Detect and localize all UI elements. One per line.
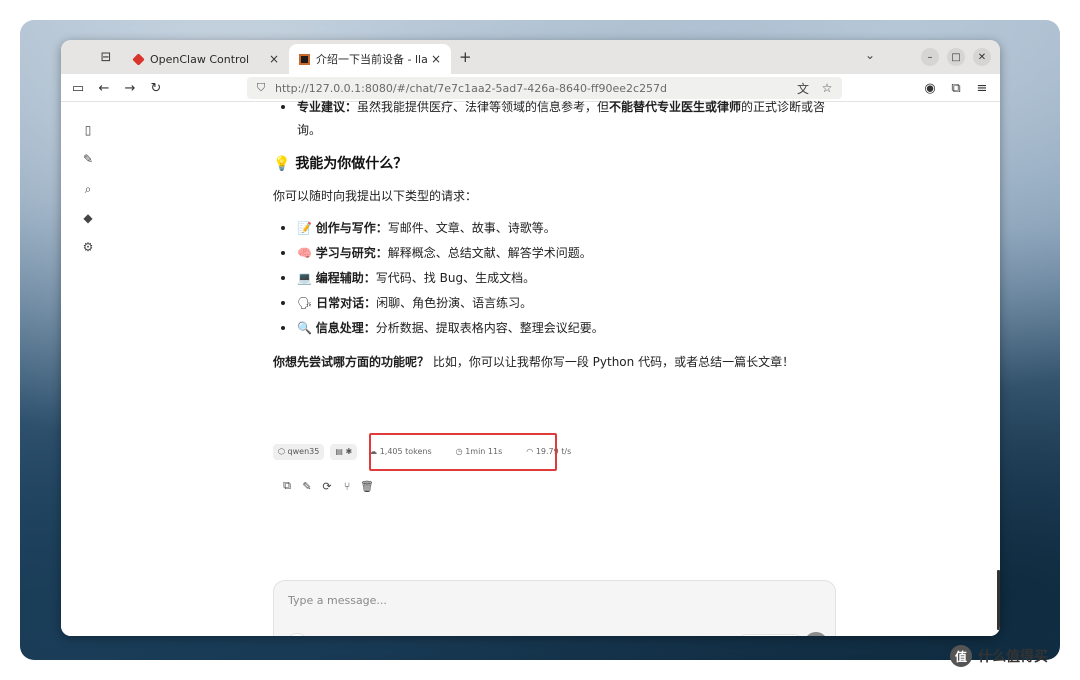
extensions-icon[interactable]: ⧉ (947, 79, 965, 97)
brain-icon: 🧠 (297, 246, 312, 260)
menu-hamburger-icon[interactable]: ≡ (973, 79, 991, 97)
bullet (281, 251, 285, 255)
bullet (281, 105, 285, 109)
translate-icon[interactable]: 文 (794, 80, 812, 97)
tab-openclaw-control[interactable]: OpenClaw Control × (123, 44, 289, 74)
message-composer: + ⬡ qwen35 ↑ (273, 580, 836, 636)
tab-label: OpenClaw Control (150, 52, 250, 66)
sidebar-panel-icon[interactable]: ▯ (81, 123, 95, 137)
edit-icon[interactable]: ✎ (297, 479, 317, 493)
message-input[interactable] (288, 591, 818, 609)
watermark-logo-icon: 值 (950, 645, 972, 667)
sidebar-toggle-icon[interactable]: ▭ (69, 79, 87, 97)
list-item-title: 学习与研究： (315, 246, 388, 260)
bookmark-star-icon[interactable]: ☆ (818, 81, 836, 95)
maximize-button[interactable]: □ (947, 48, 965, 66)
list-item-title: 创作与写作： (315, 221, 388, 235)
tab-close-icon[interactable]: × (431, 52, 441, 66)
section-title: 我能为你做什么？ (295, 156, 408, 172)
chat-page: ▯ ✎ ⌕ ◆ ⚙ 专业建议：虽然我能提供医疗、法律等领域的信息参考，但不能替代… (61, 100, 1000, 636)
model-badge-label: qwen35 (287, 447, 320, 456)
tag-icon[interactable]: ◆ (81, 211, 95, 225)
cube-icon: ⬡ (278, 447, 285, 456)
closing-line: 你想先尝试哪方面的功能呢？ 比如，你可以让我帮你写一段 Python 代码，或者… (273, 353, 794, 370)
tab-close-icon[interactable]: × (269, 52, 279, 66)
list-item-text: 闲聊、角色扮演、语言练习。 (376, 296, 533, 310)
advice-continuation: 询。 (297, 123, 322, 137)
reload-icon[interactable]: ↻ (147, 79, 165, 97)
shield-icon[interactable]: ⛉ (253, 81, 269, 95)
bullet (281, 301, 285, 305)
model-badge[interactable]: ⬡ qwen35 (273, 443, 325, 460)
closing-text: 比如，你可以让我帮你写一段 Python 代码，或者总结一篇长文章！ (432, 355, 795, 369)
tab-overview-icon[interactable]: ⊟ (95, 47, 117, 67)
intro-text: 你可以随时向我提出以下类型的请求： (273, 189, 478, 203)
browser-window: ⊟ OpenClaw Control × 介绍一下当前设备 - llama × … (61, 40, 1000, 636)
list-item-text: 写邮件、文章、故事、诗歌等。 (387, 221, 556, 235)
tab-strip: ⊟ OpenClaw Control × 介绍一下当前设备 - llama × … (61, 40, 1000, 74)
tab-label: 介绍一下当前设备 - llama (316, 53, 427, 66)
settings-gear-icon[interactable]: ⚙ (81, 240, 95, 254)
new-tab-button[interactable]: + (459, 48, 472, 66)
regenerate-icon[interactable]: ⟳ (317, 479, 337, 493)
list-item-title: 日常对话： (316, 296, 377, 310)
chevron-down-icon[interactable]: ⌄ (865, 48, 875, 62)
copy-icon[interactable]: ⧉ (277, 479, 297, 493)
laptop-icon: 💻 (297, 271, 312, 285)
list-item: 🔍 信息处理：分析数据、提取表格内容、整理会议纪要。 (297, 319, 604, 336)
delete-trash-icon[interactable]: 🗑 (357, 479, 377, 493)
meta-tools[interactable]: ▤ ✱ (330, 443, 358, 460)
closing-question: 你想先尝试哪方面的功能呢？ (273, 355, 430, 369)
speaking-head-icon: 🗣 (297, 296, 313, 310)
address-bar[interactable]: ⛉ http://127.0.0.1:8080/#/chat/7e7c1aa2-… (247, 77, 842, 99)
list-item-title: 信息处理： (315, 321, 376, 335)
send-button[interactable]: ↑ (804, 632, 828, 636)
sparkle-icon: ✱ (345, 447, 353, 456)
watermark: 值 什么值得买 (950, 645, 1048, 667)
forward-arrow-icon[interactable]: → (121, 79, 139, 97)
back-arrow-icon[interactable]: ← (95, 79, 113, 97)
advice-text-tail: 的正式诊断或咨 (741, 100, 826, 114)
lightbulb-icon: 💡 (273, 156, 291, 172)
magnifier-icon: 🔍 (297, 321, 312, 335)
bullet (281, 226, 285, 230)
minimize-button[interactable]: – (921, 48, 939, 66)
model-selector[interactable]: ⬡ qwen35 (740, 634, 801, 636)
branch-icon[interactable]: ⑂ (337, 479, 357, 493)
stats-highlight-box (369, 433, 557, 471)
list-item-title: 编程辅助： (315, 271, 376, 285)
new-chat-edit-icon[interactable]: ✎ (81, 152, 95, 166)
list-item-text: 分析数据、提取表格内容、整理会议纪要。 (375, 321, 604, 335)
advice-text: 虽然我能提供医疗、法律等领域的信息参考，但 (357, 100, 610, 114)
list-item-text: 解释概念、总结文献、解答学术问题。 (387, 246, 592, 260)
advice-label: 专业建议： (297, 100, 358, 114)
advice-line: 专业建议：虽然我能提供医疗、法律等领域的信息参考，但不能替代专业医生或律师的正式… (297, 98, 825, 115)
section-heading: 💡 我能为你做什么？ (273, 153, 407, 173)
memo-icon: 📝 (297, 221, 312, 235)
list-item: 💻 编程辅助：写代码、找 Bug、生成文档。 (297, 269, 535, 286)
list-item: 🗣 日常对话：闲聊、角色扮演、语言练习。 (297, 294, 532, 311)
list-item-text: 写代码、找 Bug、生成文档。 (375, 271, 536, 285)
list-item: 🧠 学习与研究：解释概念、总结文献、解答学术问题。 (297, 244, 592, 261)
list-item: 📝 创作与写作：写邮件、文章、故事、诗歌等。 (297, 219, 556, 236)
url-text[interactable]: http://127.0.0.1:8080/#/chat/7e7c1aa2-5a… (275, 82, 794, 95)
openclaw-favicon-icon (132, 52, 145, 66)
advice-emphasis: 不能替代专业医生或律师 (609, 100, 742, 114)
tab-llama-chat[interactable]: 介绍一下当前设备 - llama × (289, 44, 451, 74)
message-actions: ⧉ ✎ ⟳ ⑂ 🗑 (277, 479, 377, 493)
add-attachment-button[interactable]: + (286, 633, 308, 636)
document-icon: ▤ (335, 447, 343, 456)
close-window-button[interactable]: ✕ (973, 48, 991, 66)
account-icon[interactable]: ◉ (921, 79, 939, 97)
scrollbar[interactable] (997, 570, 1000, 630)
llama-favicon-icon (299, 53, 310, 65)
search-icon[interactable]: ⌕ (81, 182, 95, 196)
watermark-text: 什么值得买 (978, 649, 1048, 665)
bullet (281, 326, 285, 330)
bullet (281, 276, 285, 280)
